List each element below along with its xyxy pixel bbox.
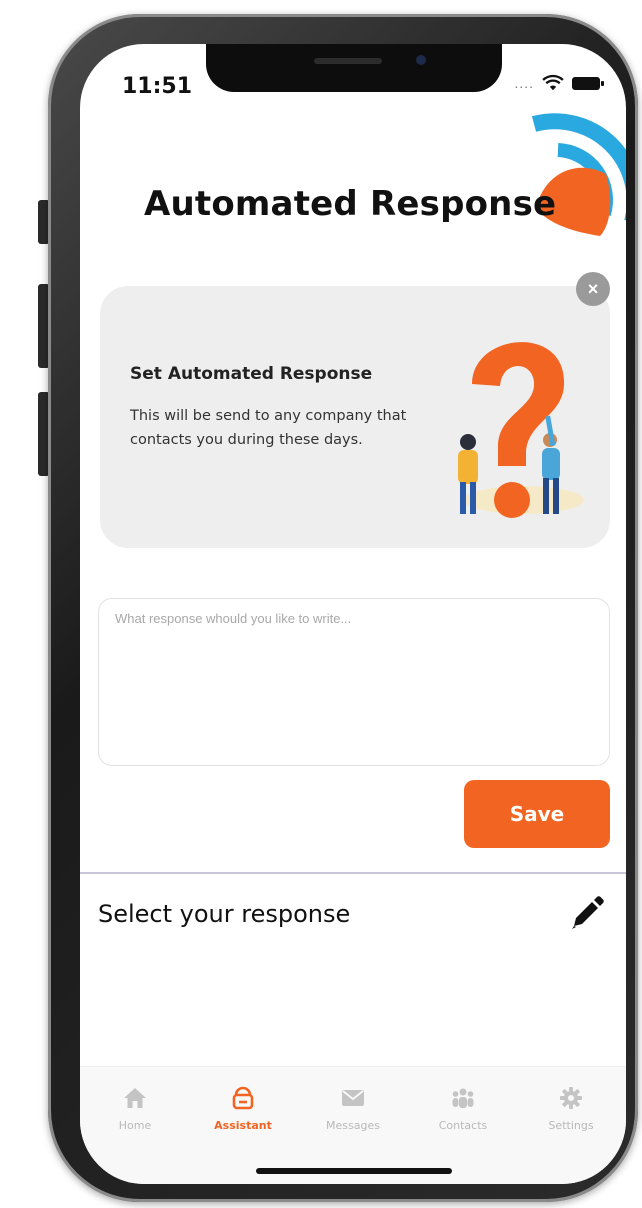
page-title: Automated Response	[144, 184, 557, 224]
card-description: This will be send to any company that co…	[130, 408, 407, 448]
save-button[interactable]: Save	[464, 780, 610, 848]
assistant-icon	[232, 1086, 254, 1110]
tab-label: Messages	[326, 1119, 380, 1132]
tab-label: Settings	[548, 1119, 594, 1132]
camera-icon	[416, 55, 426, 65]
notch	[206, 44, 502, 92]
tab-label: Home	[118, 1119, 152, 1132]
tab-assistant[interactable]: Assistant	[198, 1085, 288, 1132]
select-response-label[interactable]: Select your response	[98, 900, 350, 928]
status-indicators: ....	[514, 74, 604, 92]
speaker-grille	[314, 58, 382, 64]
info-card: Set Automated Response This will be send…	[100, 286, 610, 548]
gear-icon	[560, 1087, 582, 1109]
home-indicator[interactable]	[256, 1168, 452, 1174]
close-icon: ×	[587, 278, 599, 299]
battery-icon	[572, 76, 604, 90]
close-card-button[interactable]: ×	[576, 272, 610, 306]
tab-contacts[interactable]: Contacts	[418, 1085, 508, 1132]
bottom-tab-bar: Home Assistant Messages Contacts Setting…	[80, 1066, 626, 1184]
tab-label: Contacts	[438, 1119, 488, 1132]
tab-label: Assistant	[214, 1119, 272, 1132]
section-divider	[80, 872, 626, 874]
signal-dots: ....	[514, 75, 534, 91]
card-heading: Set Automated Response	[130, 364, 373, 384]
wifi-icon	[542, 74, 564, 91]
phone-screen: 11:51 .... Automated Response Set Automa…	[80, 44, 626, 1184]
tab-messages[interactable]: Messages	[308, 1085, 398, 1132]
question-mark-illustration-icon	[458, 342, 584, 518]
tab-settings[interactable]: Settings	[526, 1085, 616, 1132]
home-icon	[124, 1088, 146, 1108]
edit-pencil-icon[interactable]	[570, 896, 604, 930]
contacts-icon	[452, 1088, 474, 1108]
mail-icon	[342, 1090, 364, 1106]
tab-home[interactable]: Home	[90, 1085, 180, 1132]
status-time: 11:51	[122, 74, 193, 99]
response-input[interactable]	[98, 598, 610, 766]
